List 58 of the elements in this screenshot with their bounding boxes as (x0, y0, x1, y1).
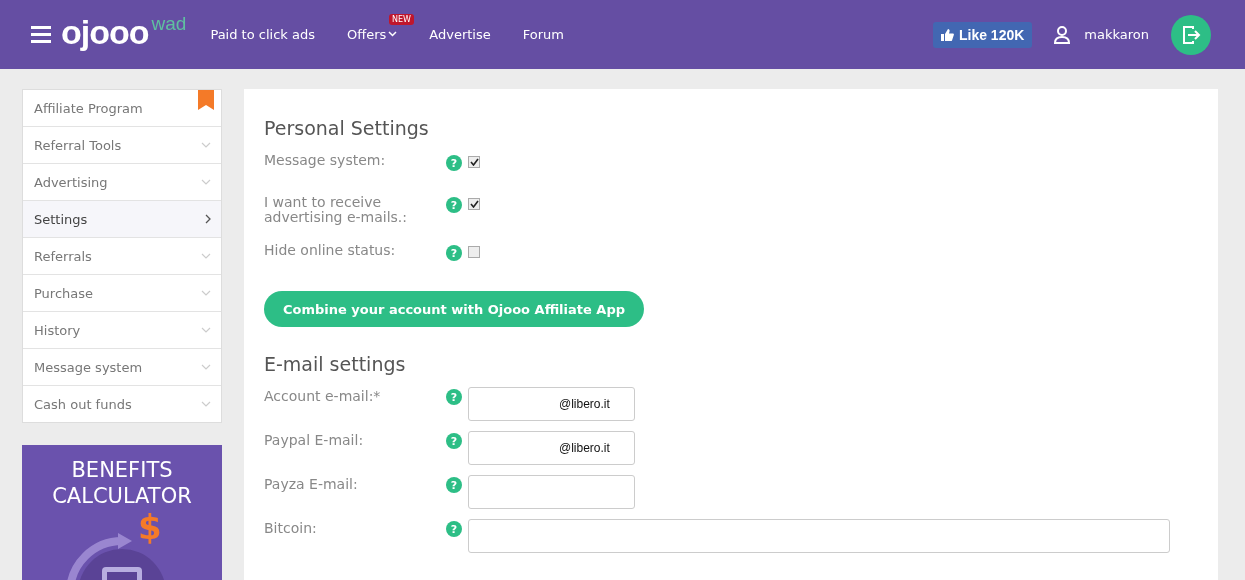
field-label: Account e-mail:* (264, 387, 382, 404)
field-label: Payza E-mail: (264, 475, 359, 492)
help-icon[interactable]: ? (446, 521, 462, 537)
help-icon[interactable]: ? (446, 433, 462, 449)
help-icon[interactable]: ? (446, 477, 462, 493)
thumbs-up-icon (940, 28, 954, 41)
email-field[interactable]: @libero.it (468, 387, 635, 421)
sidebar-item[interactable]: Purchase (23, 275, 221, 312)
like-button[interactable]: Like 120K (932, 21, 1033, 48)
chevron-down-icon (201, 179, 211, 185)
checkbox[interactable] (468, 156, 480, 168)
checkbox[interactable] (468, 246, 480, 258)
section-title: Personal Settings (264, 117, 430, 139)
dollar-sign: $ (138, 507, 162, 547)
sidebar-item[interactable]: Settings (23, 201, 221, 238)
help-icon[interactable]: ? (446, 155, 462, 171)
option-label: Hide online status: (264, 243, 397, 258)
user-icon (1054, 25, 1071, 44)
option-label: Message system: (264, 153, 387, 168)
username[interactable]: makkaron (1084, 27, 1149, 42)
sidebar-item[interactable]: Referrals (23, 238, 221, 275)
banner-title: CALCULATOR (52, 483, 192, 509)
logout-icon (1181, 24, 1201, 45)
bookmark-icon (198, 90, 214, 110)
sidebar-item[interactable]: History (23, 312, 221, 349)
help-icon[interactable]: ? (446, 245, 462, 261)
menu-icon[interactable] (31, 26, 51, 43)
nav-link[interactable]: Offers (346, 27, 398, 42)
nav-link[interactable]: Forum (522, 27, 564, 42)
chevron-down-icon (201, 290, 211, 296)
email-field[interactable] (468, 519, 1170, 553)
logout-button[interactable] (1171, 14, 1211, 55)
checkbox[interactable] (468, 198, 480, 210)
field-label: Paypal E-mail: (264, 431, 365, 448)
chevron-down-icon (201, 364, 211, 370)
nav-link[interactable]: Paid to click ads (210, 27, 315, 42)
section-title: E-mail settings (264, 353, 407, 375)
option-label: I want to receive advertising e-mails.: (264, 195, 408, 225)
logo[interactable]: ojooo$^{wad}$ (61, 13, 187, 52)
chevron-down-icon (201, 401, 211, 407)
new-badge: NEW (388, 14, 414, 25)
field-label: Bitcoin: (264, 519, 318, 536)
email-field[interactable] (468, 475, 635, 509)
chevron-right-icon (205, 214, 211, 224)
chevron-down-icon (201, 253, 211, 259)
sidebar-item[interactable]: Referral Tools (23, 127, 221, 164)
sidebar-item[interactable]: Affiliate Program (23, 90, 221, 127)
chevron-down-icon (201, 327, 211, 333)
calculator-banner[interactable]: BENEFITS CALCULATOR $ (22, 445, 222, 580)
help-icon[interactable]: ? (446, 389, 462, 405)
help-icon[interactable]: ? (446, 197, 462, 213)
sidebar-item[interactable]: Message system (23, 349, 221, 386)
nav-link[interactable]: Advertise (429, 27, 491, 42)
banner-title: BENEFITS (71, 457, 173, 483)
sidebar-item[interactable]: Cash out funds (23, 386, 221, 422)
chevron-down-icon (201, 142, 211, 148)
email-field[interactable]: @libero.it (468, 431, 635, 465)
combine-account-button[interactable]: Combine your account with Ojooo Affiliate App (264, 291, 644, 327)
